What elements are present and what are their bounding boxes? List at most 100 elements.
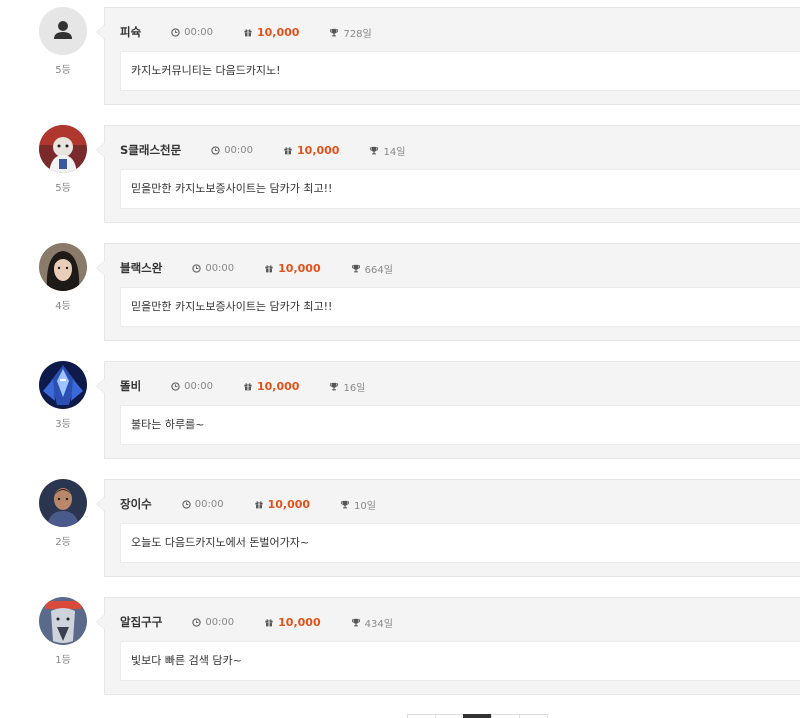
time-value: 00:00 (194, 498, 224, 510)
list-item: 3등 똘비 00:00 10,000 16일 불타는 하루를~ (0, 361, 800, 461)
points-value: 10,000 (257, 379, 300, 393)
user-name[interactable]: 알집구구 (120, 614, 162, 630)
days-meta: 14일 (369, 143, 405, 158)
comment-message: 믿을만한 카지노보증사이트는 담카가 최고!! (120, 169, 800, 209)
list-item: 2등 장이수 00:00 10,000 10일 오늘도 다음드카지노에서 돈벌어… (0, 479, 800, 579)
comment-meta: 블랙스완 00:00 10,000 664일 (120, 260, 393, 276)
user-name[interactable]: 똘비 (120, 378, 141, 394)
comment-message: 빛보다 빠른 검색 담카~ (120, 641, 800, 681)
days-value: 10일 (354, 500, 376, 512)
list-item: 4등 블랙스완 00:00 10,000 664일 믿을만한 카지노보증사이트는… (0, 243, 800, 343)
points-meta: 10,000 (264, 615, 321, 629)
clock-icon (192, 617, 202, 627)
default-user-icon (39, 7, 87, 55)
list-item: 5등 피슉 00:00 10,000 728일 카지노커뮤니티는 다음드카지노! (0, 7, 800, 107)
days-value: 434일 (364, 618, 393, 630)
pagination-first-button[interactable] (407, 714, 436, 718)
days-value: 14일 (383, 146, 406, 158)
rank-label: 3등 (55, 419, 71, 430)
comment-meta: 알집구구 00:00 10,000 434일 (120, 614, 393, 630)
points-meta: 10,000 (254, 498, 310, 511)
avatar-column: 3등 (39, 361, 87, 431)
comment-meta: 똘비 00:00 10,000 16일 (120, 378, 365, 394)
user-photo (39, 361, 87, 409)
time-value: 00:00 (184, 26, 213, 38)
time-meta: 00:00 (211, 145, 253, 156)
time-value: 00:00 (184, 380, 213, 392)
comment-meta: 피슉 00:00 10,000 728일 (120, 24, 372, 40)
trophy-icon (329, 28, 339, 37)
comment-message: 카지노커뮤니티는 다음드카지노! (120, 51, 800, 91)
comment-message: 불타는 하루를~ (120, 405, 800, 445)
user-name[interactable]: 피슉 (120, 24, 141, 40)
comment-card: 똘비 00:00 10,000 16일 불타는 하루를~ (96, 361, 800, 459)
rank-label: 1등 (55, 655, 71, 666)
avatar[interactable] (39, 7, 87, 55)
time-meta: 00:00 (192, 263, 234, 274)
time-value: 00:00 (205, 616, 235, 628)
days-meta: 728일 (329, 25, 372, 40)
time-value: 00:00 (205, 262, 235, 274)
time-meta: 00:00 (171, 27, 213, 38)
avatar[interactable] (39, 243, 87, 291)
user-photo (39, 243, 87, 291)
gift-icon (243, 382, 253, 391)
time-meta: 00:00 (192, 617, 234, 628)
pagination-next-button[interactable] (491, 714, 520, 718)
gift-icon (283, 146, 293, 155)
user-name[interactable]: 블랙스완 (120, 260, 162, 276)
clock-icon (211, 145, 220, 155)
comment-card: S클래스천문 00:00 10,000 14일 믿을만한 카지노보증사이트는 담… (96, 125, 800, 223)
pagination-last-button[interactable] (519, 714, 548, 718)
comment-message: 오늘도 다음드카지노에서 돈벌어가자~ (120, 523, 800, 563)
user-photo (39, 125, 87, 173)
list-item: 5등 S클래스천문 00:00 10,000 14일 믿을만한 카지노보증사이트… (0, 125, 800, 225)
time-meta: 00:00 (171, 381, 213, 392)
comment-message: 믿을만한 카지노보증사이트는 담카가 최고!! (120, 287, 800, 327)
days-value: 16일 (343, 382, 366, 394)
pagination-current-page[interactable] (463, 714, 492, 718)
avatar[interactable] (39, 479, 87, 527)
avatar-column: 5등 (39, 7, 87, 77)
comment-meta: S클래스천문 00:00 10,000 14일 (120, 142, 405, 158)
points-meta: 10,000 (283, 144, 339, 157)
trophy-icon (340, 500, 350, 509)
trophy-icon (351, 264, 361, 273)
user-photo (39, 479, 87, 527)
points-value: 10,000 (297, 143, 340, 157)
days-value: 664일 (364, 264, 393, 276)
clock-icon (171, 27, 180, 37)
trophy-icon (329, 382, 339, 391)
list-item: 1등 알집구구 00:00 10,000 434일 빛보다 빠른 검색 담카~ (0, 597, 800, 697)
avatar-column: 5등 (39, 125, 87, 195)
comment-list: 5등 피슉 00:00 10,000 728일 카지노커뮤니티는 다음드카지노!… (0, 0, 800, 718)
avatar-column: 1등 (39, 597, 87, 667)
avatar[interactable] (39, 361, 87, 409)
rank-label: 5등 (55, 183, 71, 194)
clock-icon (192, 263, 202, 273)
points-value: 10,000 (278, 615, 321, 629)
days-meta: 16일 (329, 379, 365, 394)
trophy-icon (369, 146, 379, 155)
rank-label: 4등 (55, 301, 71, 312)
avatar[interactable] (39, 125, 87, 173)
days-meta: 664일 (351, 261, 393, 276)
user-photo (39, 597, 87, 645)
pagination (407, 714, 548, 718)
comment-card: 알집구구 00:00 10,000 434일 빛보다 빠른 검색 담카~ (96, 597, 800, 695)
avatar-column: 2등 (39, 479, 87, 549)
pagination-prev-button[interactable] (435, 714, 464, 718)
points-meta: 10,000 (243, 26, 299, 39)
avatar[interactable] (39, 597, 87, 645)
days-value: 728일 (343, 28, 372, 40)
points-value: 10,000 (278, 261, 321, 275)
rank-label: 5등 (55, 65, 71, 76)
gift-icon (243, 28, 253, 37)
user-name[interactable]: S클래스천문 (120, 142, 181, 158)
user-name[interactable]: 장이수 (120, 496, 152, 512)
points-value: 10,000 (257, 25, 300, 39)
comment-meta: 장이수 00:00 10,000 10일 (120, 496, 376, 512)
comment-card: 장이수 00:00 10,000 10일 오늘도 다음드카지노에서 돈벌어가자~ (96, 479, 800, 577)
time-value: 00:00 (224, 144, 254, 156)
comment-card: 피슉 00:00 10,000 728일 카지노커뮤니티는 다음드카지노! (96, 7, 800, 105)
